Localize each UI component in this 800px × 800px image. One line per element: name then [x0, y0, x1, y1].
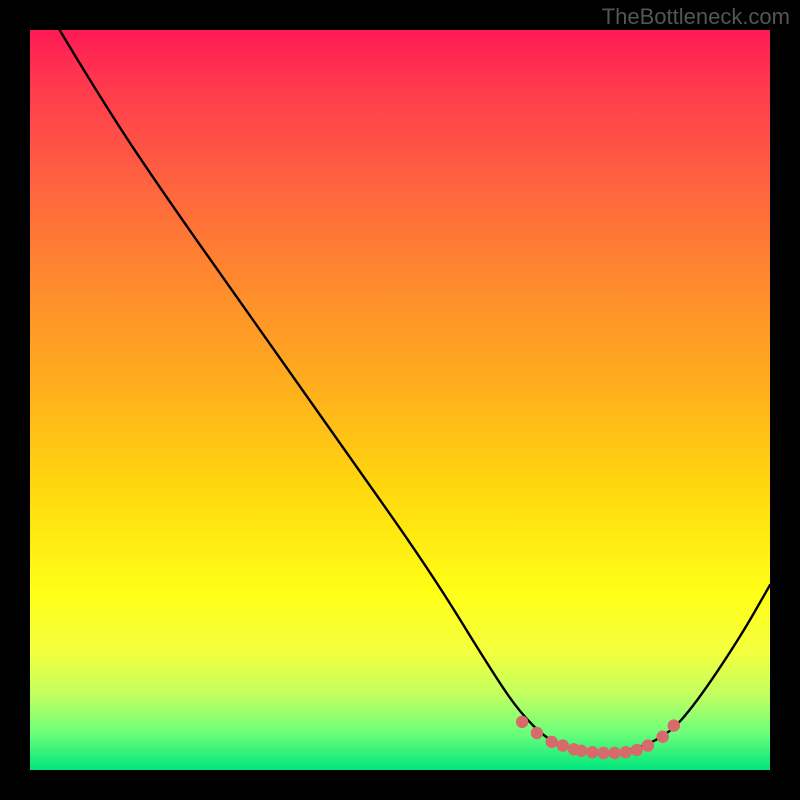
chart-frame: TheBottleneck.com: [0, 0, 800, 800]
plot-area: [30, 30, 770, 770]
gradient-background: [30, 30, 770, 770]
watermark-text: TheBottleneck.com: [602, 4, 790, 30]
